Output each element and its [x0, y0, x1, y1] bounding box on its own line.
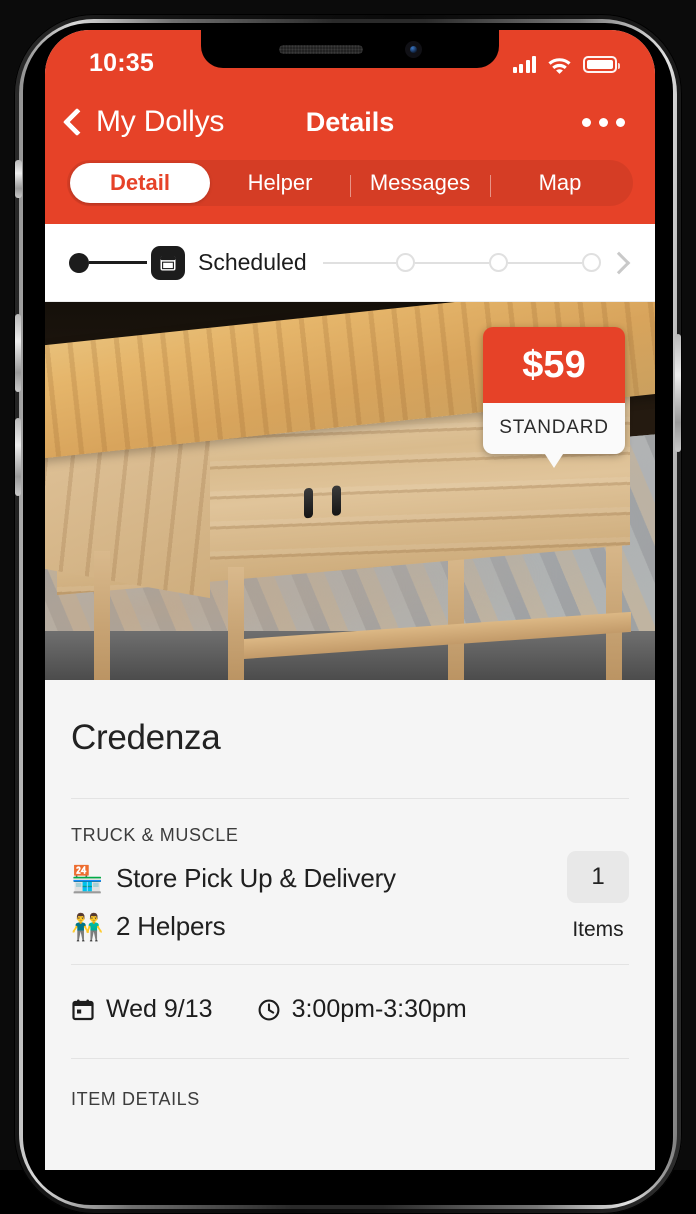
step-completed-line [89, 261, 147, 264]
volume-up-button[interactable] [15, 418, 21, 496]
status-indicators [512, 55, 620, 74]
step-pending-circle[interactable] [489, 253, 509, 272]
front-camera-icon [404, 40, 422, 58]
tab-helper[interactable]: Helper [210, 163, 350, 203]
schedule-time-text: 3:00pm-3:30pm [291, 995, 467, 1023]
items-count-label: Items [572, 918, 624, 941]
details-content: Credenza TRUCK & MUSCLE 🏪 Store Pick Up … [45, 680, 655, 1134]
service-section: TRUCK & MUSCLE 🏪 Store Pick Up & Deliver… [71, 799, 629, 964]
device-notch [201, 30, 499, 68]
price-badge-tail [543, 451, 565, 468]
screenshot-stage: 10:35 My Dollys Details Detail Helper Me… [0, 0, 696, 1214]
more-options-button[interactable] [582, 117, 625, 127]
photo-leg [606, 536, 623, 680]
storefront-icon: 🏪 [71, 863, 104, 894]
clock-icon [258, 999, 280, 1020]
photo-knob [303, 488, 313, 520]
schedule-time: 3:00pm-3:30pm [257, 995, 467, 1024]
photo-leg [93, 551, 110, 680]
item-title: Credenza [71, 718, 221, 757]
segmented-control: Detail Helper Messages Map [67, 160, 633, 206]
step-line [415, 261, 490, 264]
schedule-date: Wed 9/13 [71, 995, 213, 1024]
volume-down-button[interactable] [15, 314, 21, 392]
items-count-badge: 1 [567, 851, 629, 903]
step-line [508, 261, 582, 264]
silent-switch-button[interactable] [15, 160, 22, 198]
battery-full-icon [583, 55, 620, 73]
price-tier-label: STANDARD [499, 417, 609, 438]
schedule-date-text: Wed 9/13 [106, 995, 213, 1023]
item-details-section-label: ITEM DETAILS [71, 1089, 200, 1109]
stepper-remaining-track [322, 253, 601, 272]
phone-screen: 10:35 My Dollys Details Detail Helper Me… [45, 30, 655, 1170]
more-horizontal-icon-dot [582, 117, 591, 127]
back-button[interactable]: My Dollys [62, 105, 225, 139]
price-amount: $59 [483, 327, 625, 403]
service-row-helpers: 👬 2 Helpers [71, 911, 629, 942]
service-row-label: 2 Helpers [116, 911, 226, 941]
calendar-icon [151, 245, 185, 280]
photo-leg [447, 551, 464, 680]
two-helpers-icon: 👬 [71, 911, 104, 942]
step-pending-circle[interactable] [582, 253, 601, 272]
items-counter: 1 Items [567, 851, 629, 942]
status-time: 10:35 [89, 48, 154, 77]
tab-detail[interactable]: Detail [70, 163, 210, 203]
progress-stepper[interactable]: Scheduled [45, 224, 655, 302]
service-section-label: TRUCK & MUSCLE [71, 825, 239, 845]
wifi-icon [548, 57, 571, 74]
service-row-pickup: 🏪 Store Pick Up & Delivery [71, 863, 629, 894]
power-button[interactable] [675, 334, 681, 452]
back-button-label: My Dollys [96, 105, 225, 138]
signal-bars-icon [512, 55, 536, 73]
price-tier: STANDARD [483, 403, 625, 468]
service-row-label: Store Pick Up & Delivery [116, 863, 396, 893]
tab-bar: Detail Helper Messages Map [45, 152, 655, 224]
step-pending-circle[interactable] [396, 253, 416, 272]
earpiece-speaker-icon [278, 44, 363, 54]
navigation-bar: My Dollys Details [45, 92, 655, 152]
photo-knob [332, 485, 342, 517]
schedule-row: Wed 9/13 3:00pm-3:30pm [71, 965, 629, 1058]
tab-messages[interactable]: Messages [350, 163, 490, 203]
step-line [322, 261, 397, 264]
price-badge: $59 STANDARD [483, 327, 625, 468]
tab-map[interactable]: Map [490, 163, 630, 203]
photo-leg [228, 566, 244, 680]
calendar-icon [72, 999, 94, 1020]
item-photo[interactable]: $59 STANDARD [45, 302, 655, 680]
more-horizontal-icon-dot [599, 117, 608, 127]
stepper-current-label: Scheduled [198, 249, 307, 275]
more-horizontal-icon-dot [616, 117, 625, 127]
step-completed-dot [69, 252, 89, 273]
chevron-right-icon[interactable] [607, 251, 631, 274]
chevron-left-icon [62, 107, 92, 137]
